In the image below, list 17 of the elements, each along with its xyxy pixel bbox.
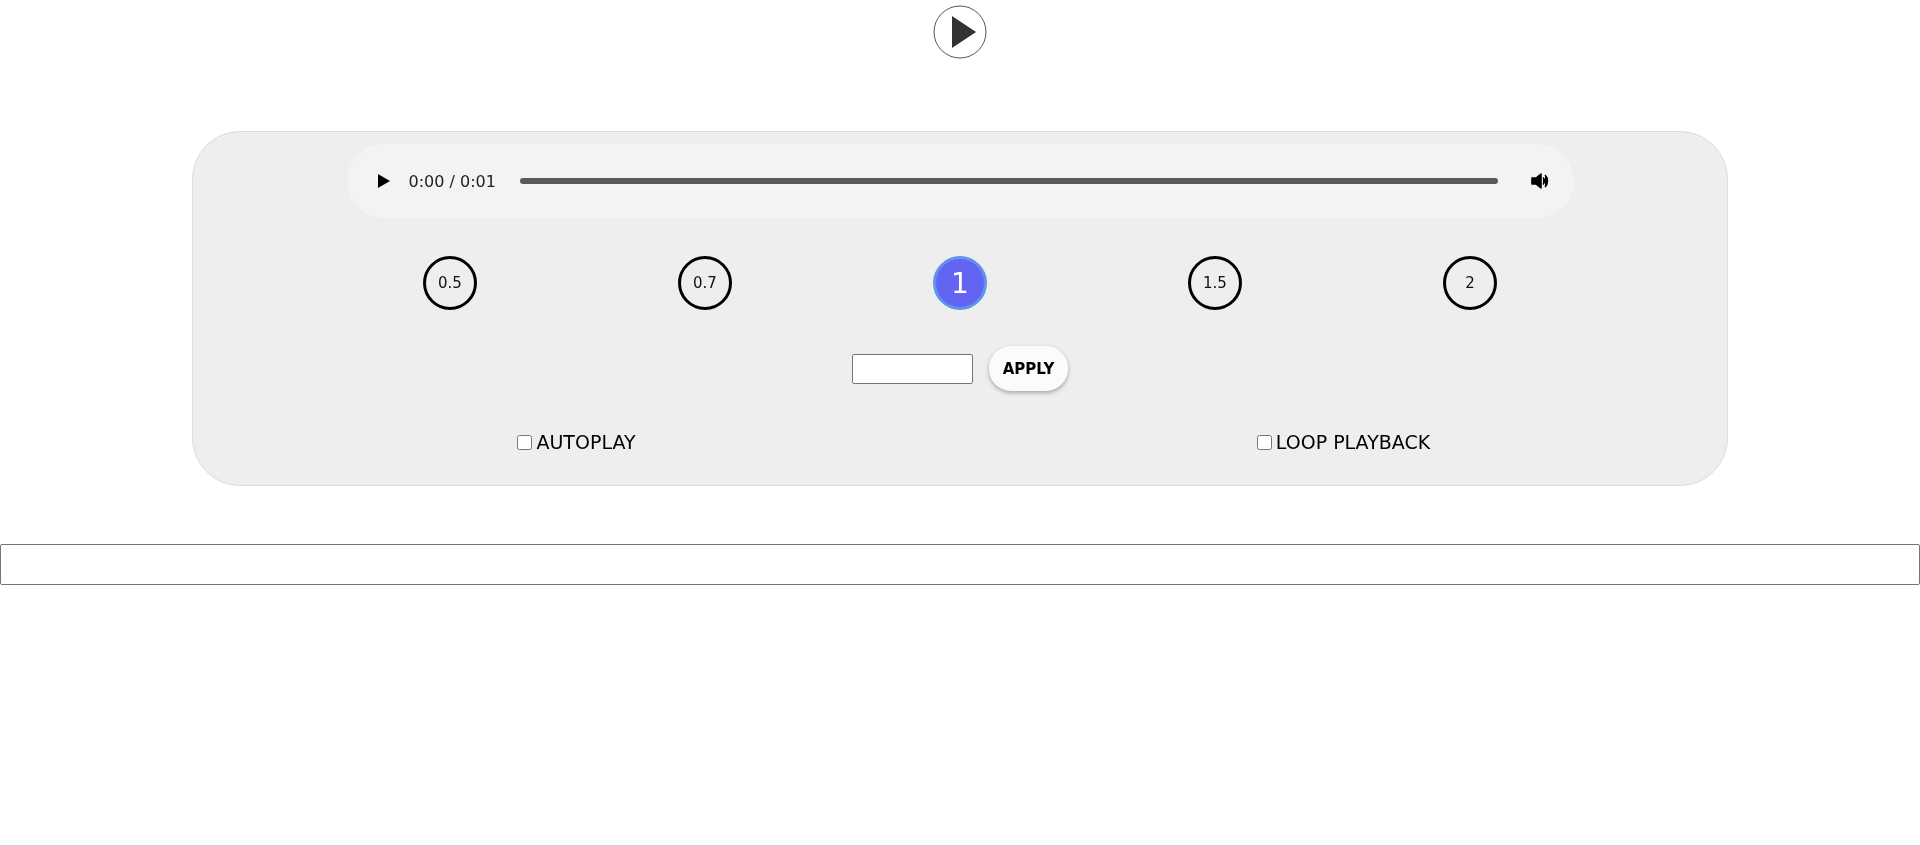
- checkbox[interactable]: [517, 434, 533, 450]
- progress-track[interactable]: [519, 178, 1498, 184]
- speed-button[interactable]: 1: [933, 256, 987, 310]
- checkbox-label: LOOP PLAYBACK: [1275, 431, 1431, 453]
- speed-button[interactable]: 2: [1443, 256, 1497, 310]
- checkbox-label: AUTOPLAY: [536, 431, 636, 453]
- speed-button[interactable]: 1.5: [1188, 256, 1242, 310]
- play-icon[interactable]: [933, 5, 987, 59]
- apply-button[interactable]: APPLY: [988, 346, 1069, 391]
- play-icon[interactable]: [376, 173, 391, 189]
- checkbox[interactable]: [1256, 434, 1272, 450]
- time-display: 0:00 / 0:01: [408, 171, 496, 191]
- speed-button[interactable]: 0.5: [423, 256, 477, 310]
- text-input[interactable]: [0, 544, 1920, 585]
- speed-button[interactable]: 0.7: [678, 256, 732, 310]
- speed-input[interactable]: [851, 353, 973, 384]
- volume-icon[interactable]: [1529, 171, 1550, 191]
